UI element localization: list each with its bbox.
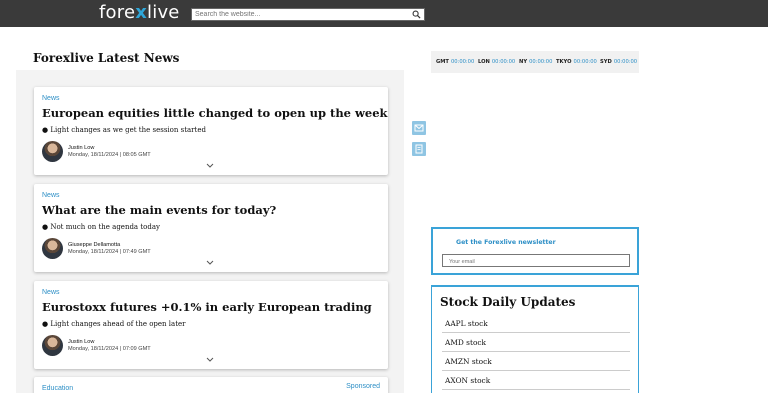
author-name[interactable]: Justin Low <box>68 145 94 151</box>
stock-link[interactable]: AXON stock <box>442 371 630 390</box>
clock-time: 00:00:00 <box>529 59 553 65</box>
logo-part: fore <box>99 2 136 23</box>
article-headline[interactable]: European equities little changed to open… <box>42 106 388 120</box>
category-label[interactable]: News <box>42 289 60 296</box>
clock-lon: LON 00:00:00 <box>478 59 515 65</box>
clock-time: 00:00:00 <box>613 59 638 65</box>
mail-icon[interactable] <box>412 121 426 135</box>
article-date: Monday, 18/11/2024 | 07:09 GMT <box>68 346 151 352</box>
search-box <box>191 8 425 21</box>
clock-zone: GMT <box>436 59 449 65</box>
article-headline[interactable]: Eurostoxx futures +0.1% in early Europea… <box>42 300 382 314</box>
clock-zone: TKYO <box>556 59 572 65</box>
category-label[interactable]: News <box>42 95 60 102</box>
author-avatar <box>42 141 63 162</box>
newsletter-box: Get the Forexlive newsletter <box>431 227 639 275</box>
article-summary: ● Not much on the agenda today <box>42 223 160 231</box>
news-card[interactable]: News European equities little changed to… <box>34 87 388 175</box>
author-avatar <box>42 238 63 259</box>
stock-link[interactable]: AMD stock <box>442 333 630 352</box>
search-icon[interactable] <box>412 10 421 19</box>
news-card[interactable]: News Eurostoxx futures +0.1% in early Eu… <box>34 281 388 369</box>
stock-link[interactable]: AAPL stock <box>442 314 630 333</box>
clock-ny: NY 00:00:00 <box>519 59 552 65</box>
top-navigation-bar: forexlive <box>0 0 768 27</box>
category-label[interactable]: Education <box>42 385 73 392</box>
search-input[interactable] <box>195 9 405 20</box>
clock-zone: SYD <box>600 59 612 65</box>
news-card[interactable]: News What are the main events for today?… <box>34 184 388 272</box>
page-title: Forexlive Latest News <box>33 51 180 65</box>
category-label[interactable]: News <box>42 192 60 199</box>
article-summary: ● Light changes ahead of the open later <box>42 320 186 328</box>
clock-gmt: GMT 00:00:00 <box>436 59 474 65</box>
chevron-down-icon[interactable] <box>206 163 214 168</box>
logo-part: live <box>147 2 180 23</box>
article-date: Monday, 18/11/2024 | 07:49 GMT <box>68 249 151 255</box>
clock-time: 00:00:00 <box>573 59 597 65</box>
stock-link[interactable]: AMZN stock <box>442 352 630 371</box>
clock-zone: NY <box>519 59 528 65</box>
email-field[interactable] <box>442 254 630 267</box>
author-name[interactable]: Giuseppe Dellamotta <box>68 242 120 248</box>
clock-tkyo: TKYO 00:00:00 <box>556 59 597 65</box>
stock-updates-title: Stock Daily Updates <box>440 295 576 309</box>
chevron-down-icon[interactable] <box>206 357 214 362</box>
logo-x: x <box>135 2 148 23</box>
stock-updates-widget: Stock Daily Updates AAPL stock AMD stock… <box>431 285 639 393</box>
author-name[interactable]: Justin Low <box>68 339 94 345</box>
author-avatar <box>42 335 63 356</box>
sponsored-label: Sponsored <box>346 383 380 390</box>
newsletter-title: Get the Forexlive newsletter <box>456 239 556 246</box>
document-icon[interactable] <box>412 142 426 156</box>
clock-syd: SYD 00:00:00 <box>600 59 637 65</box>
world-clock-bar: GMT 00:00:00 LON 00:00:00 NY 00:00:00 TKYO 0… <box>431 51 639 73</box>
article-date: Monday, 18/11/2024 | 08:05 GMT <box>68 152 151 158</box>
clock-time: 00:00:00 <box>450 59 475 65</box>
forexlive-logo[interactable]: forexlive <box>99 2 180 24</box>
article-summary: ● Light changes as we get the session st… <box>42 126 206 134</box>
sponsored-card[interactable]: Education Sponsored <box>34 377 388 393</box>
clock-time: 00:00:00 <box>491 59 516 65</box>
chevron-down-icon[interactable] <box>206 260 214 265</box>
article-headline[interactable]: What are the main events for today? <box>42 203 382 217</box>
clock-zone: LON <box>478 59 490 65</box>
